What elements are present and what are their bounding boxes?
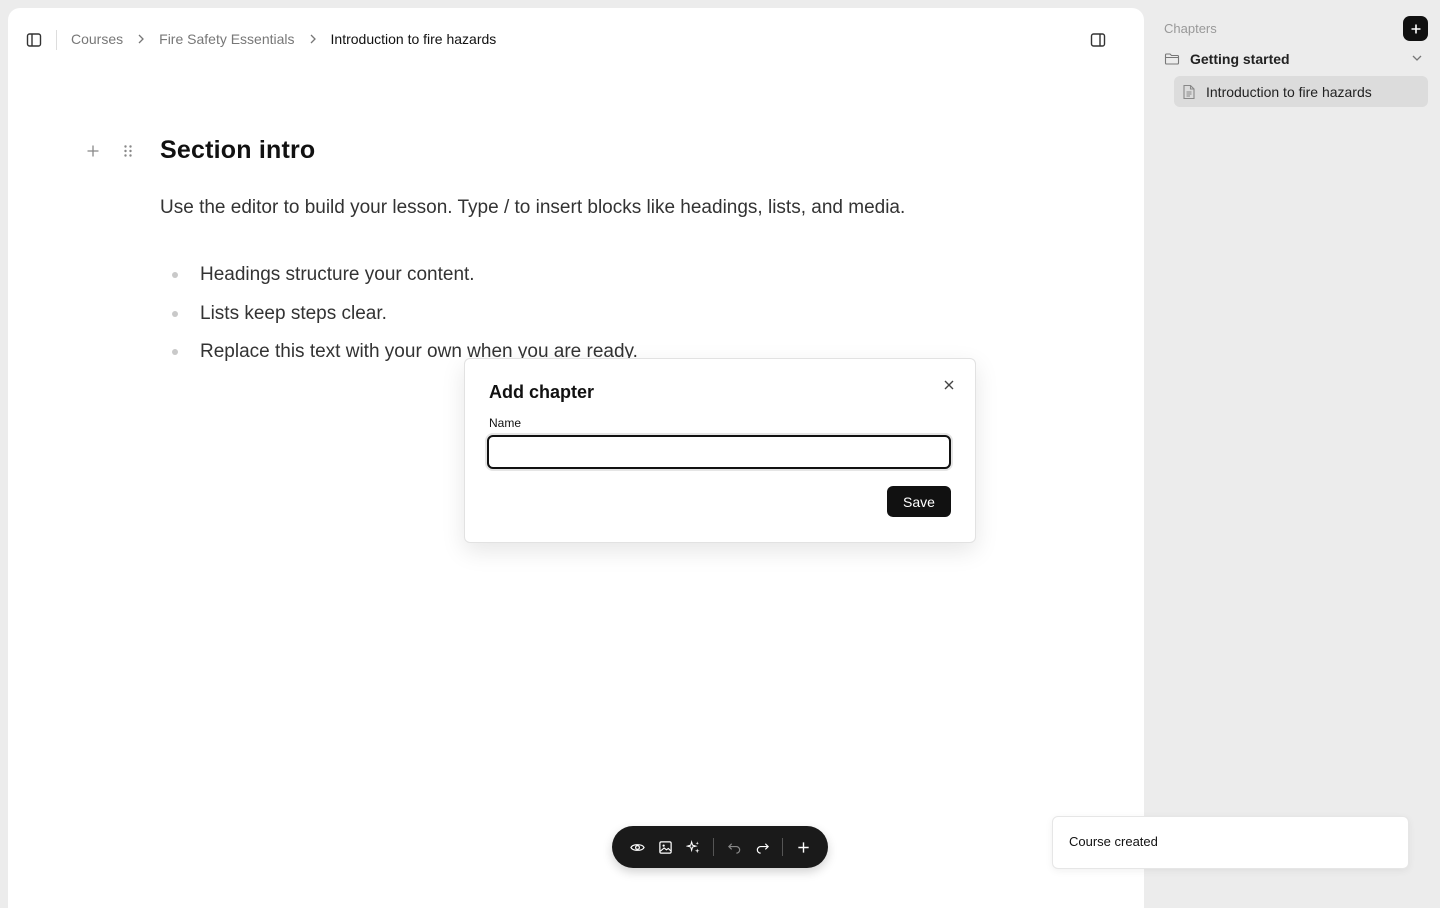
image-icon	[658, 840, 672, 854]
add-chapter-button[interactable]	[1403, 16, 1428, 41]
drag-handle-icon[interactable]	[122, 144, 134, 158]
toast-message: Course created	[1069, 834, 1158, 849]
toolbar-divider	[713, 838, 714, 856]
undo-button[interactable]	[724, 837, 744, 857]
document-icon	[1183, 84, 1195, 99]
sparkles-icon	[685, 839, 700, 853]
section-heading[interactable]: Section intro	[160, 136, 315, 165]
ai-assist-button[interactable]	[683, 837, 703, 857]
eye-icon	[629, 843, 645, 851]
folder-icon	[1164, 53, 1180, 65]
plus-icon	[1411, 24, 1420, 33]
toast-notification: Course created	[1052, 816, 1409, 869]
chapter-name-input[interactable]	[487, 435, 951, 469]
lesson-item[interactable]: Introduction to fire hazards	[1174, 76, 1428, 107]
chapter-label: Getting started	[1190, 51, 1290, 67]
insert-image-button[interactable]	[655, 837, 675, 857]
name-label: Name	[489, 416, 522, 430]
floating-toolbar	[612, 826, 828, 868]
close-icon	[944, 380, 954, 390]
chapters-sidebar: Chapters Getting started Introduction to…	[1144, 0, 1440, 900]
chevron-down-icon[interactable]	[1410, 51, 1424, 65]
redo-icon	[756, 842, 769, 854]
close-dialog-button[interactable]	[939, 375, 959, 395]
add-chapter-dialog: Add chapter Name Save	[464, 358, 976, 543]
toolbar-divider	[782, 838, 783, 856]
preview-button[interactable]	[627, 837, 647, 857]
add-block-icon[interactable]	[86, 144, 100, 158]
intro-paragraph[interactable]: Use the editor to build your lesson. Typ…	[160, 197, 905, 219]
add-block-button[interactable]	[793, 837, 813, 857]
redo-button[interactable]	[752, 837, 772, 857]
undo-icon	[727, 842, 740, 854]
lesson-label: Introduction to fire hazards	[1206, 83, 1372, 100]
list-item[interactable]: Headings structure your content.	[172, 264, 638, 303]
dialog-title: Add chapter	[489, 382, 595, 402]
chapter-item[interactable]: Getting started	[1164, 48, 1432, 70]
list-item[interactable]: Lists keep steps clear.	[172, 303, 638, 342]
save-button[interactable]: Save	[887, 486, 951, 517]
plus-icon	[797, 841, 809, 853]
sidebar-title: Chapters	[1164, 21, 1217, 36]
